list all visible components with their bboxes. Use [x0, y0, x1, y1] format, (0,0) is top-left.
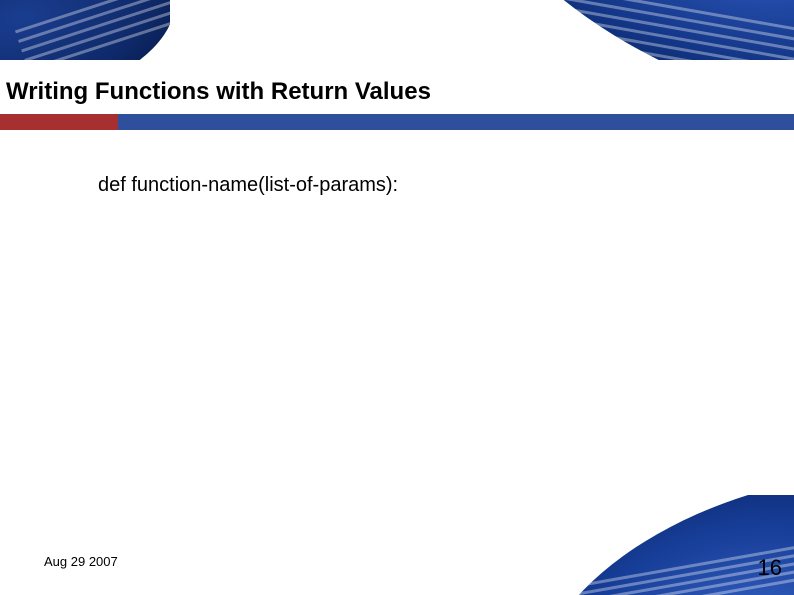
- page-number: 16: [758, 555, 782, 581]
- slide: Writing Functions with Return Values def…: [0, 0, 794, 595]
- decor-stripes: [494, 0, 794, 60]
- title-underline-bar: [0, 114, 794, 130]
- footer-date: Aug 29 2007: [44, 554, 118, 569]
- decor-top-right: [494, 0, 794, 60]
- slide-title: Writing Functions with Return Values: [6, 78, 431, 106]
- decor-stripes: [13, 0, 170, 60]
- body-code-line: def function-name(list-of-params):: [98, 174, 398, 197]
- decor-top-left: [0, 0, 170, 60]
